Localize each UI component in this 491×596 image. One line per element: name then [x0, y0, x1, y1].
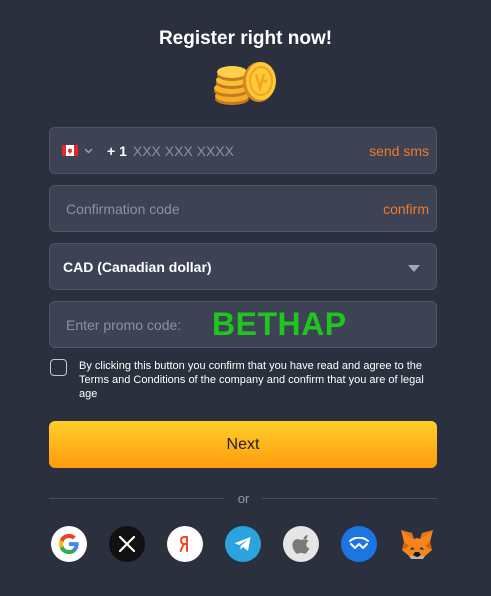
divider-line-right	[262, 498, 437, 499]
telegram-icon	[234, 537, 251, 551]
next-button[interactable]: Next	[49, 421, 437, 468]
currency-select[interactable]: CAD (Canadian dollar)	[49, 243, 437, 290]
metamask-login-button[interactable]	[399, 526, 435, 562]
country-selector[interactable]	[62, 145, 93, 156]
confirmation-field: confirm	[49, 185, 437, 232]
canada-flag-icon	[62, 145, 78, 156]
confirmation-code-input[interactable]	[66, 200, 306, 217]
terms-checkbox[interactable]	[50, 359, 67, 376]
walletconnect-icon	[349, 537, 369, 549]
send-sms-link[interactable]: send sms	[369, 143, 429, 159]
dropdown-arrow-icon	[408, 265, 420, 272]
dial-code: + 1	[107, 142, 127, 159]
x-icon	[118, 535, 136, 553]
currency-selected-value: CAD (Canadian dollar)	[63, 258, 212, 275]
phone-input[interactable]	[132, 142, 313, 159]
chevron-down-icon	[84, 148, 93, 153]
page-title: Register right now!	[158, 28, 333, 49]
apple-icon	[292, 535, 310, 554]
telegram-login-button[interactable]	[225, 526, 261, 562]
phone-field: + 1 send sms	[49, 127, 437, 174]
coins-icon	[214, 62, 276, 105]
walletconnect-login-button[interactable]	[341, 526, 377, 562]
apple-login-button[interactable]	[283, 526, 319, 562]
confirm-link[interactable]: confirm	[383, 201, 429, 217]
terms-text: By clicking this button you confirm that…	[79, 360, 424, 400]
yandex-icon	[179, 536, 188, 552]
promo-code-overlay: BETHAP	[212, 306, 347, 342]
google-icon	[58, 533, 79, 555]
x-login-button[interactable]	[109, 526, 145, 562]
google-login-button[interactable]	[51, 526, 87, 562]
yandex-login-button[interactable]	[167, 526, 203, 562]
metamask-icon	[401, 530, 433, 559]
